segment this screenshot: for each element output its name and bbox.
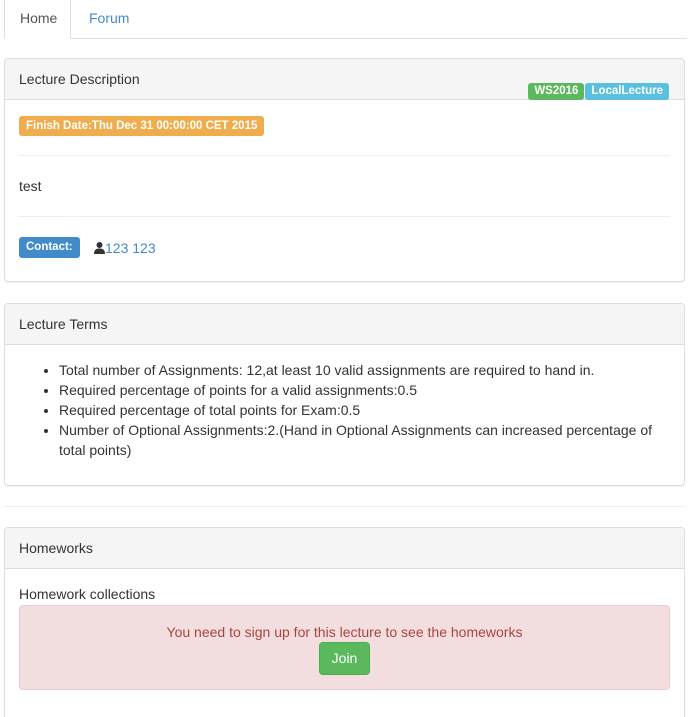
signup-alert: You need to sign up for this lecture to … [19,605,670,690]
contact-badge: Contact: [19,237,80,258]
alert-message: You need to sign up for this lecture to … [166,624,523,640]
terms-list: Total number of Assignments: 12,at least… [19,360,666,460]
panel-heading: Homeworks [5,528,684,569]
panel-title: Homeworks [19,540,93,556]
lecture-description-panel: Lecture Description WS2016 LocalLecture F… [4,58,685,282]
homework-collections-heading: Homework collections [19,586,156,602]
section-divider [4,506,685,507]
divider [19,155,670,156]
lecture-type-badge: LocalLecture [585,83,669,100]
list-item: Required percentage of total points for … [59,400,666,420]
user-icon [94,242,105,254]
nav-tabs: Home Forum [4,0,687,39]
lecture-description-text: test [19,178,42,194]
tab-home[interactable]: Home [4,0,71,39]
list-item: Required percentage of points for a vali… [59,380,666,400]
panel-title: Lecture Terms [19,316,108,332]
lecture-terms-panel: Lecture Terms Total number of Assignment… [4,303,685,486]
homeworks-panel: Homeworks Homework collections You need … [4,527,685,717]
divider [19,216,670,217]
contact-link[interactable]: 123 123 [105,240,156,256]
list-item: Total number of Assignments: 12,at least… [59,360,666,380]
list-item: Number of Optional Assignments:2.(Hand i… [59,420,666,460]
join-button[interactable]: Join [319,642,370,675]
panel-body: Total number of Assignments: 12,at least… [5,345,684,460]
lecture-badges: WS2016 LocalLecture [527,69,669,109]
panel-heading: Lecture Terms [5,304,684,345]
semester-badge: WS2016 [528,83,585,100]
finish-date-badge: Finish Date:Thu Dec 31 00:00:00 CET 2015 [19,116,265,136]
panel-heading: Lecture Description WS2016 LocalLecture [5,59,684,100]
panel-body: Homework collections You need to sign up… [5,569,684,709]
tab-forum[interactable]: Forum [74,0,144,38]
panel-title: Lecture Description [19,71,140,87]
